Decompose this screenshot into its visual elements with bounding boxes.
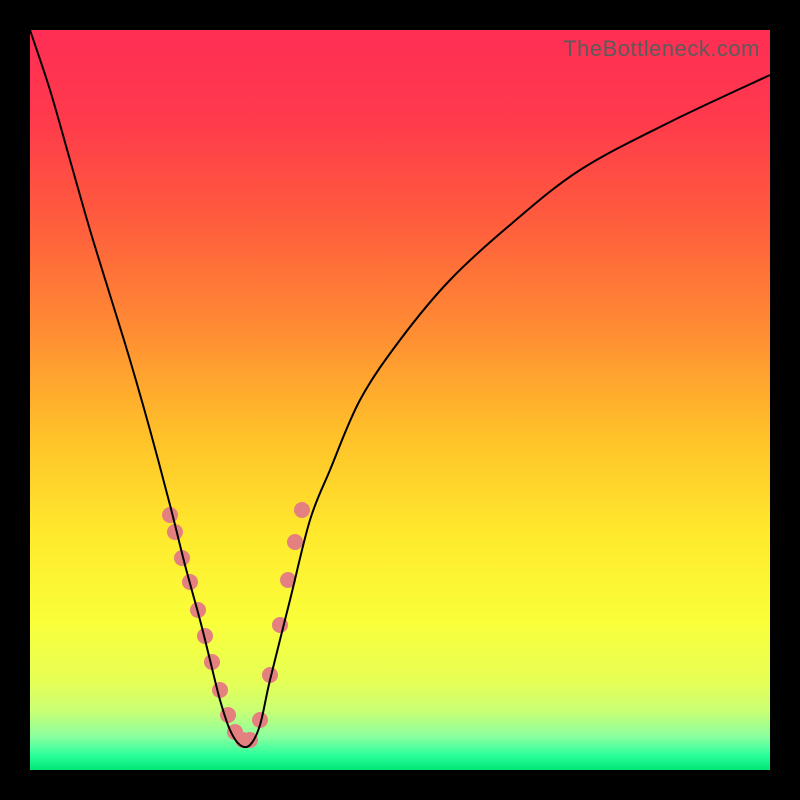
plot-area: TheBottleneck.com: [30, 30, 770, 770]
scatter-dot: [212, 682, 228, 698]
bottleneck-curve: [30, 30, 770, 747]
scatter-dot: [287, 534, 303, 550]
chart-frame: TheBottleneck.com: [0, 0, 800, 800]
scatter-dot: [162, 507, 178, 523]
chart-overlay: [30, 30, 770, 770]
scatter-points: [162, 502, 310, 748]
scatter-dot: [294, 502, 310, 518]
